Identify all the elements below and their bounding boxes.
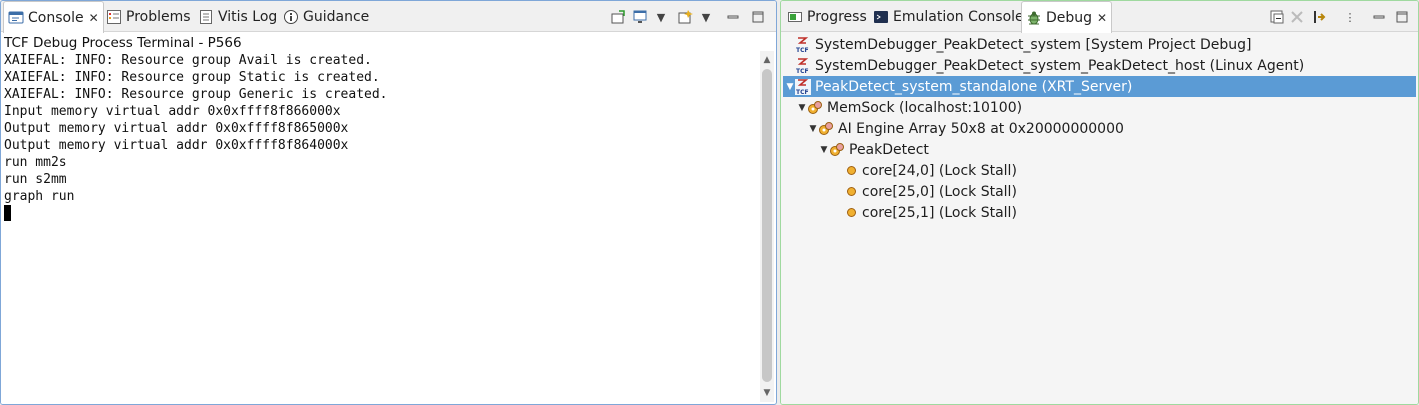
console-line: Output memory virtual addr 0x0xffff8f865… [4,121,349,136]
maximize-icon[interactable] [750,9,766,25]
tree-item[interactable]: TCF SystemDebugger_PeakDetect_system [Sy… [783,34,1416,55]
tree-item-label: SystemDebugger_PeakDetect_system [System… [815,36,1252,53]
pin-console-icon[interactable] [610,9,626,25]
console-line: XAIEFAL: INFO: Resource group Generic is… [4,87,388,102]
scrollbar-thumb[interactable] [762,69,772,382]
tree-item[interactable]: ▼ AI Engine Array 50x8 at 0x20000000000 [783,118,1416,139]
info-icon [283,9,299,25]
remove-terminated-icon[interactable] [1289,9,1305,25]
display-console-icon[interactable] [632,9,648,25]
log-icon [198,9,214,25]
tree-item-label: core[25,1] (Lock Stall) [862,204,1017,221]
tab-vitis-log-label: Vitis Log [218,8,278,25]
scroll-down-icon[interactable]: ▼ [760,386,774,400]
tree-item-label: core[24,0] (Lock Stall) [862,162,1017,179]
terminal-icon [873,9,889,25]
progress-icon [787,9,803,25]
console-line: Output memory virtual addr 0x0xffff8f864… [4,138,349,153]
close-icon[interactable]: ✕ [1097,11,1107,25]
console-icon [8,10,24,26]
tab-emulation-console[interactable]: Emulation Console [869,1,1028,32]
tree-item[interactable]: ▼ MemSock (localhost:10100) [783,97,1416,118]
tab-vitis-log[interactable]: Vitis Log [194,1,281,32]
text-cursor [4,205,11,221]
svg-text:TCF: TCF [796,68,809,74]
process-icon [807,100,823,116]
collapse-all-icon[interactable] [1269,9,1285,25]
console-output[interactable]: TCF Debug Process Terminal - P566 XAIEFA… [1,33,758,404]
tab-console-label: Console [28,9,84,26]
expand-icon[interactable]: ▼ [785,82,795,92]
tab-debug-label: Debug [1046,9,1093,26]
tree-item[interactable]: TCF SystemDebugger_PeakDetect_system_Pea… [783,55,1416,76]
tree-item-label: PeakDetect_system_standalone (XRT_Server… [815,78,1133,95]
process-icon [829,142,845,158]
tab-debug[interactable]: Debug ✕ [1021,1,1113,33]
tree-item-selected[interactable]: ▼ TCF PeakDetect_system_standalone (XRT_… [783,76,1416,97]
tab-guidance-label: Guidance [303,8,370,25]
console-scrollbar[interactable]: ▲ ▼ [760,51,774,402]
maximize-icon[interactable] [1394,9,1410,25]
tab-progress[interactable]: Progress [783,1,871,32]
debug-tabbar: Progress Emulation Console Debug ✕ ⋮ [781,1,1418,33]
tab-problems-label: Problems [126,8,191,25]
console-line: XAIEFAL: INFO: Resource group Static is … [4,70,380,85]
tree-item-label: PeakDetect [849,141,929,158]
console-title: TCF Debug Process Terminal - P566 [4,35,242,51]
debug-tree: TCF SystemDebugger_PeakDetect_system [Sy… [781,33,1418,404]
tab-emulation-console-label: Emulation Console [893,8,1024,25]
chevron-down-icon[interactable]: ▼ [698,9,714,25]
tab-guidance[interactable]: Guidance [279,1,373,32]
tree-item-label: MemSock (localhost:10100) [827,99,1023,116]
thread-icon [847,208,856,217]
tree-item-label: AI Engine Array 50x8 at 0x20000000000 [838,120,1124,137]
console-line: run mm2s [4,155,67,170]
debug-view: Progress Emulation Console Debug ✕ ⋮ TCF… [780,0,1419,405]
console-view: Console ✕ Problems Vitis Log Guidance ▼ … [0,0,777,405]
console-line: XAIEFAL: INFO: Resource group Avail is c… [4,53,372,68]
svg-text:TCF: TCF [796,47,809,53]
console-line: graph run [4,189,75,204]
bug-icon [1026,10,1042,26]
expand-icon[interactable]: ▼ [808,124,818,134]
tree-item[interactable]: core[24,0] (Lock Stall) [783,160,1416,181]
tree-item-label: core[25,0] (Lock Stall) [862,183,1017,200]
new-console-icon[interactable] [677,9,693,25]
process-icon [818,121,834,137]
tab-progress-label: Progress [807,8,867,25]
console-line: Input memory virtual addr 0x0xffff8f8660… [4,104,341,119]
console-line: run s2mm [4,172,67,187]
tcf-icon: TCF [795,78,811,96]
console-tabbar: Console ✕ Problems Vitis Log Guidance ▼ … [1,1,776,33]
minimize-icon[interactable] [1371,9,1387,25]
problems-icon [106,9,122,25]
tcf-icon: TCF [795,36,811,54]
tab-console[interactable]: Console ✕ [3,1,104,33]
expand-icon[interactable]: ▼ [819,145,829,155]
tree-item-label: SystemDebugger_PeakDetect_system_PeakDet… [815,57,1305,74]
step-into-icon[interactable] [1311,9,1327,25]
close-icon[interactable]: ✕ [89,11,99,25]
tree-item[interactable]: ▼ PeakDetect [783,139,1416,160]
thread-icon [847,187,856,196]
scroll-up-icon[interactable]: ▲ [760,53,774,67]
svg-text:TCF: TCF [796,89,809,95]
tree-item[interactable]: core[25,1] (Lock Stall) [783,202,1416,223]
thread-icon [847,166,856,175]
expand-icon[interactable]: ▼ [797,103,807,113]
chevron-down-icon[interactable]: ▼ [653,9,669,25]
tcf-icon: TCF [795,57,811,75]
tab-problems[interactable]: Problems [102,1,195,32]
minimize-icon[interactable] [725,9,741,25]
view-menu-icon[interactable]: ⋮ [1342,9,1358,25]
tree-item[interactable]: core[25,0] (Lock Stall) [783,181,1416,202]
